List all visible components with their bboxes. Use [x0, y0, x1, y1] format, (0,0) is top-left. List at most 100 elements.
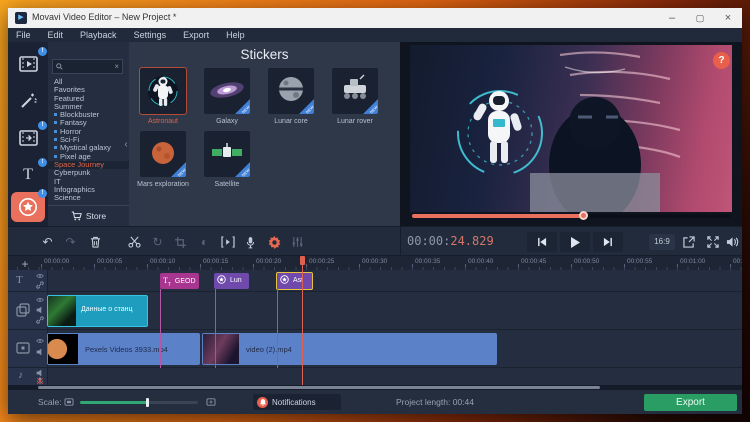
detach-preview-button[interactable]: [678, 232, 699, 252]
eye-icon[interactable]: [36, 273, 44, 279]
category-favorites[interactable]: Favorites: [48, 86, 129, 94]
playhead-line[interactable]: [302, 265, 303, 385]
minimize-button[interactable]: –: [658, 8, 686, 28]
clip-guide-line: [277, 289, 278, 368]
audio-track-header: ♪: [8, 368, 48, 385]
title-track-icon: T: [16, 274, 23, 286]
sticker-tile-galaxy[interactable]: NEW: [204, 68, 250, 114]
sidebar-item-stickers[interactable]: !: [11, 192, 45, 222]
record-voiceover-button[interactable]: [240, 232, 261, 252]
sticker-search[interactable]: ×: [52, 59, 123, 74]
seek-handle[interactable]: [579, 211, 588, 220]
maximize-button[interactable]: ▢: [686, 8, 714, 28]
sticker-tile-satellite[interactable]: NEW: [204, 131, 250, 177]
notifications-button[interactable]: Notifications: [253, 394, 341, 410]
video-track[interactable]: Pexels Videos 3933.mp4 video (2).mp4: [8, 330, 742, 368]
eye-icon[interactable]: [36, 297, 44, 303]
volume-button[interactable]: [722, 232, 742, 252]
category-blockbuster[interactable]: Blockbuster: [48, 111, 129, 119]
mic-muted-icon[interactable]: [36, 377, 44, 385]
zoom-out-frame-icon[interactable]: [64, 398, 74, 406]
desktop-background: ▶ Movavi Video Editor – New Project * – …: [0, 0, 750, 422]
category-fantasy[interactable]: Fantasy: [48, 119, 129, 127]
menu-settings[interactable]: Settings: [134, 30, 167, 40]
menu-playback[interactable]: Playback: [80, 30, 117, 40]
sticker-tile-lunar-core[interactable]: NEW: [268, 68, 314, 114]
category-featured[interactable]: Featured: [48, 95, 129, 103]
transition-wizard-button[interactable]: [217, 232, 238, 252]
add-track-button[interactable]: +: [18, 258, 32, 270]
seek-bar[interactable]: [412, 214, 730, 218]
link-icon[interactable]: [36, 281, 44, 289]
category-mystical-galaxy[interactable]: Mystical galaxy: [48, 144, 129, 152]
audio-track[interactable]: ♪: [8, 368, 742, 385]
timeline-clip-video-1[interactable]: Pexels Videos 3933.mp4: [47, 333, 200, 365]
category-all[interactable]: All: [48, 78, 129, 86]
crop-button[interactable]: [170, 232, 191, 252]
audio-properties-button[interactable]: [287, 232, 308, 252]
color-adjust-button[interactable]: ◐: [194, 232, 215, 252]
speaker-icon[interactable]: [36, 306, 44, 314]
timeline-clip-overlay[interactable]: Данные о станц: [47, 295, 148, 327]
timeline-scale-slider[interactable]: [80, 401, 198, 404]
store-button[interactable]: Store: [48, 205, 129, 225]
status-bar: Scale: Notifications Project length: 00:…: [8, 390, 742, 414]
timeline-clip-title[interactable]: TT GEOD: [160, 273, 199, 289]
clip-properties-button[interactable]: [264, 232, 285, 252]
help-button[interactable]: ?: [713, 52, 730, 69]
category-summer[interactable]: Summer: [48, 103, 129, 111]
category-scifi[interactable]: Sci-Fi: [48, 136, 129, 144]
playhead-marker[interactable]: [300, 256, 305, 265]
titlebar: ▶ Movavi Video Editor – New Project * – …: [8, 8, 742, 28]
speaker-icon[interactable]: [36, 369, 44, 377]
clip-thumbnail: [48, 334, 78, 364]
menu-export[interactable]: Export: [183, 30, 209, 40]
previous-frame-button[interactable]: [527, 232, 557, 252]
sticker-tile-mars-exploration[interactable]: NEW: [140, 131, 186, 177]
link-icon[interactable]: [36, 316, 44, 324]
timeline-clip-sticker-lun[interactable]: Lun: [214, 273, 249, 289]
panel-title: Stickers: [129, 47, 400, 62]
redo-button[interactable]: ↷: [60, 232, 81, 252]
aspect-ratio-button[interactable]: 16:9: [649, 234, 675, 250]
sticker-tile-lunar-rover[interactable]: NEW: [332, 68, 378, 114]
category-horror[interactable]: Horror: [48, 128, 129, 136]
zoom-in-frame-icon[interactable]: [206, 398, 216, 406]
notification-badge: !: [38, 47, 47, 56]
category-cyberpunk[interactable]: Cyberpunk: [48, 169, 129, 177]
fullscreen-button[interactable]: [702, 232, 723, 252]
category-space-journey[interactable]: Space Journey: [48, 161, 129, 169]
category-science[interactable]: Science: [48, 194, 129, 202]
delete-button[interactable]: [85, 232, 106, 252]
menu-file[interactable]: File: [16, 30, 31, 40]
sidebar-item-transitions[interactable]: !: [11, 124, 45, 151]
category-infographics[interactable]: Infographics: [48, 186, 129, 194]
timeline-ruler[interactable]: 00:00:00 00:00:05 00:00:10 00:00:15 00:0…: [8, 256, 742, 270]
search-input[interactable]: [63, 62, 114, 71]
rotate-button[interactable]: ↻: [147, 232, 168, 252]
category-it[interactable]: IT: [48, 178, 129, 186]
scrollbar-thumb[interactable]: [38, 386, 600, 389]
timeline-clip-sticker-ast[interactable]: Ast: [276, 272, 313, 290]
sidebar-item-media[interactable]: !: [11, 50, 45, 77]
overlay-track-header: [8, 292, 48, 329]
sticker-tile-astronaut[interactable]: [140, 68, 186, 114]
eye-icon[interactable]: [36, 338, 44, 344]
category-pixel-age[interactable]: Pixel age: [48, 153, 129, 161]
slider-handle[interactable]: [146, 398, 149, 407]
export-button[interactable]: Export: [644, 394, 737, 411]
speaker-icon[interactable]: [36, 348, 44, 356]
sidebar-item-titles[interactable]: T !: [11, 161, 45, 188]
split-button[interactable]: [124, 232, 145, 252]
sidebar-item-filters[interactable]: [11, 87, 45, 114]
timeline-clip-video-2[interactable]: video (2).mp4: [202, 333, 497, 365]
close-button[interactable]: ×: [714, 8, 742, 28]
menu-help[interactable]: Help: [226, 30, 245, 40]
overlay-track[interactable]: Данные о станц: [8, 292, 742, 330]
undo-button[interactable]: ↶: [37, 232, 58, 252]
clear-search-icon[interactable]: ×: [114, 62, 119, 71]
menu-edit[interactable]: Edit: [48, 30, 64, 40]
play-button[interactable]: [560, 232, 590, 252]
title-track[interactable]: T TT GEOD Lun Ast: [8, 270, 742, 292]
next-frame-button[interactable]: [593, 232, 623, 252]
